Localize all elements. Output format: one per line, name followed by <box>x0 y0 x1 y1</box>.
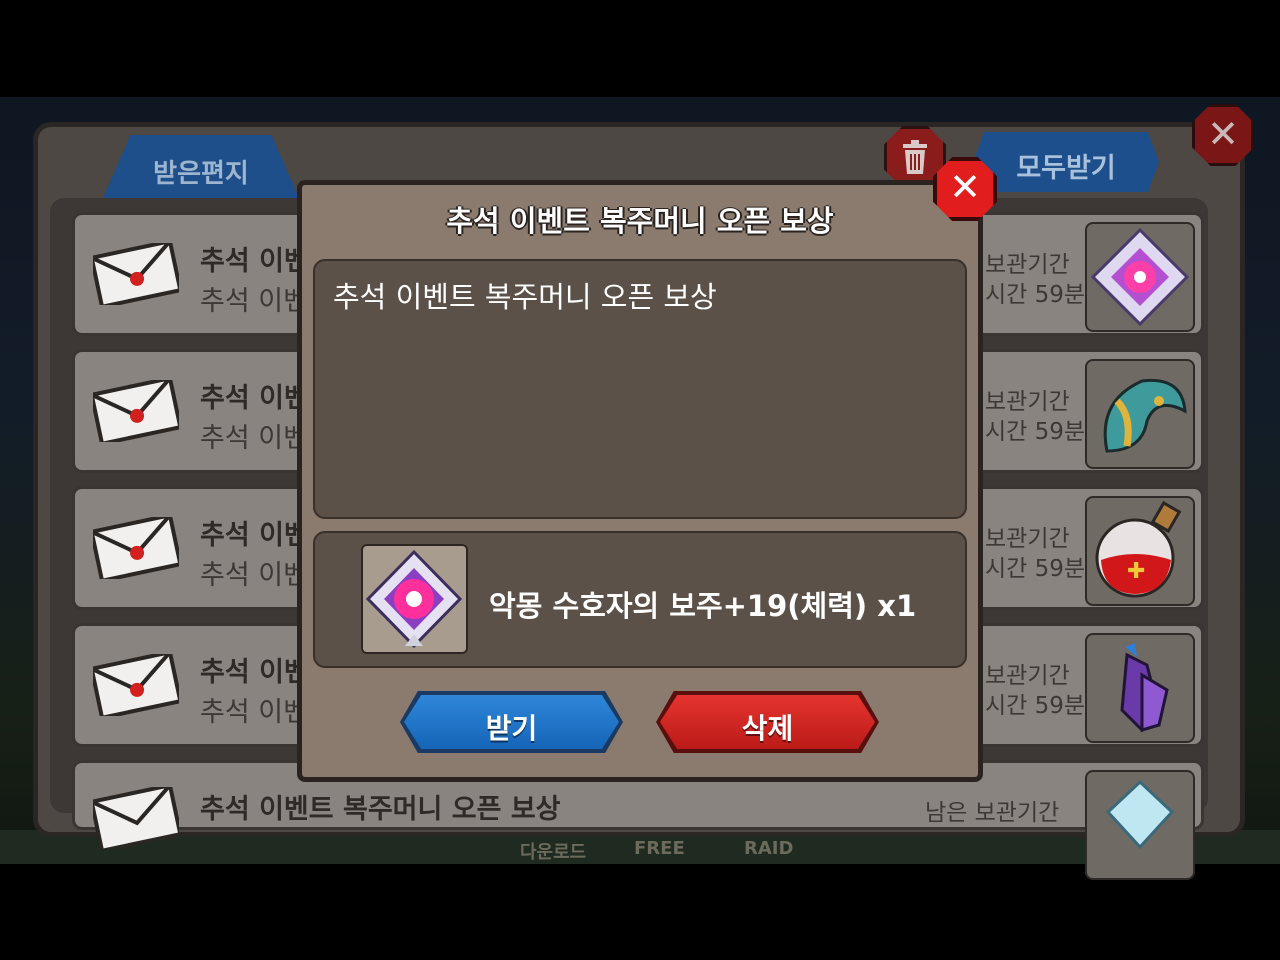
background-label: FREE <box>634 838 685 859</box>
mail-title: 추석 이벤 <box>200 520 309 551</box>
tab-received-label: 받은편지 <box>153 159 249 189</box>
mail-subtitle: 추석 이벤 <box>200 560 308 591</box>
close-mailbox-button[interactable]: ✕ <box>1192 104 1254 166</box>
mail-expiry-label: 보관기간 <box>985 389 1070 415</box>
diamond-icon <box>1085 770 1195 880</box>
accept-button-face: 받기 <box>404 695 619 749</box>
accept-label: 받기 <box>485 712 538 745</box>
orb-icon <box>1085 222 1195 332</box>
mail-title: 추석 이벤 <box>200 657 309 688</box>
svg-text:✚: ✚ <box>1127 559 1145 584</box>
mail-expiry-label: 보관기간 <box>985 663 1070 689</box>
accept-button[interactable]: 받기 <box>400 691 623 753</box>
dialog-title: 추석 이벤트 복주머니 오픈 보상 <box>446 204 834 238</box>
mail-title: 추석 이벤 <box>200 383 309 414</box>
mail-subtitle: 추석 이벤 <box>200 286 308 317</box>
background-label: 다운로드 <box>520 842 587 863</box>
mail-expiry-time: 시간 59분 <box>985 419 1086 445</box>
envelope-icon <box>93 380 179 442</box>
close-icon: ✕ <box>949 165 981 209</box>
background-label: RAID <box>744 838 794 859</box>
receive-all-label: 모두받기 <box>1016 153 1116 184</box>
trash-icon <box>903 140 927 174</box>
tab-received[interactable]: 받은편지 <box>103 135 299 198</box>
dialog-message: 추석 이벤트 복주머니 오픈 보상 <box>333 280 717 314</box>
orb-icon <box>361 544 468 654</box>
reward-name: 악몽 수호자의 보주+19(체력) x1 <box>489 589 917 623</box>
mail-expiry-time: 시간 59분 <box>985 693 1086 719</box>
mail-title: 추석 이벤 <box>200 246 309 277</box>
potion-icon: ✚ <box>1085 496 1195 606</box>
envelope-icon <box>93 654 179 716</box>
mail-expiry-label: 남은 보관기간 <box>925 800 1060 826</box>
mail-expiry-label: 보관기간 <box>985 526 1070 552</box>
delete-button-face: 삭제 <box>660 695 875 749</box>
delete-label: 삭제 <box>741 712 794 745</box>
delete-button[interactable]: 삭제 <box>656 691 879 753</box>
mail-subtitle: 추석 이벤 <box>200 697 308 728</box>
envelope-icon <box>93 787 179 849</box>
mail-title: 추석 이벤트 복주머니 오픈 보상 <box>200 794 561 825</box>
mail-expiry-time: 시간 59분 <box>985 282 1086 308</box>
mail-expiry-label: 보관기간 <box>985 252 1070 278</box>
mail-expiry-time: 시간 59분 <box>985 556 1086 582</box>
crystal-icon <box>1085 633 1195 743</box>
receive-all-button[interactable]: 모두받기 <box>973 132 1159 192</box>
mail-subtitle: 추석 이벤 <box>200 423 308 454</box>
helmet-icon <box>1085 359 1195 469</box>
envelope-icon <box>93 517 179 579</box>
envelope-icon <box>93 243 179 305</box>
close-icon: ✕ <box>1207 112 1239 156</box>
